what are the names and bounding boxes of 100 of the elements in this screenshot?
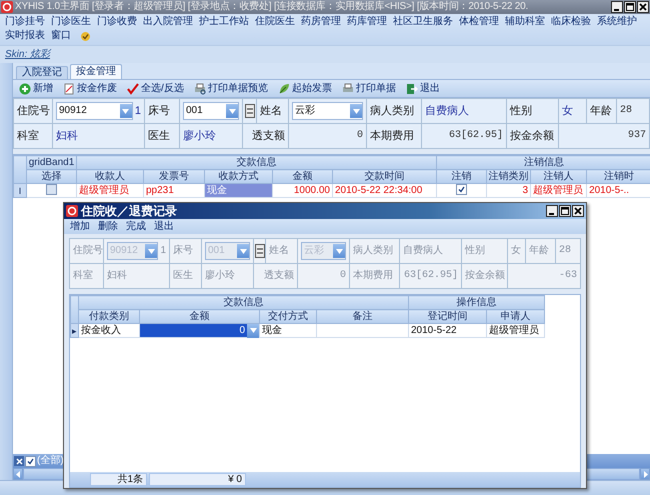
collapse-button[interactable] xyxy=(244,104,254,118)
field-value: 女 xyxy=(511,245,521,257)
bed-number: 001 xyxy=(186,105,203,117)
app-logo-icon xyxy=(66,205,78,217)
toolbar-button[interactable]: 全选/反选 xyxy=(123,81,188,96)
patient-name: 云彩 xyxy=(295,105,315,117)
column-header[interactable]: 申请人 xyxy=(486,310,544,324)
column-header[interactable]: 选择 xyxy=(26,170,76,184)
visit-count: 1 xyxy=(160,245,166,257)
field-label: 医生 xyxy=(148,130,170,142)
field-label: 按金余额 xyxy=(510,130,554,142)
field-value: 妇科 xyxy=(56,130,78,142)
menu-item[interactable]: 实时报表 xyxy=(2,29,48,43)
admission-number: 90912 xyxy=(59,105,87,117)
field-value: 63[62.95] xyxy=(404,270,458,282)
amount-field[interactable]: 0 xyxy=(140,324,259,337)
toolbar-button[interactable]: 新增 xyxy=(15,81,57,96)
field-label: 透支额 xyxy=(264,270,294,282)
menu-item[interactable]: 完成 xyxy=(123,220,149,234)
caret-icon xyxy=(122,108,130,114)
filter-checkbox[interactable] xyxy=(25,456,36,466)
collapse-button[interactable] xyxy=(254,244,264,258)
dropdown-field[interactable]: 90912 xyxy=(56,102,133,120)
toolbar-button[interactable]: 起始发票 xyxy=(274,81,336,96)
dialog-title: 住院收／退费记录 xyxy=(81,204,178,218)
column-header[interactable]: 付款类别 xyxy=(78,310,140,324)
field-label: 年龄 xyxy=(590,105,612,117)
menu-item[interactable]: 退出 xyxy=(151,220,177,234)
band-header: gridBand1 xyxy=(26,156,76,170)
caret-icon xyxy=(228,108,236,114)
close-button[interactable] xyxy=(637,1,649,13)
field-value: 0 xyxy=(356,130,363,142)
field-label: 科室 xyxy=(73,270,93,282)
menu-item[interactable]: 门诊医生 xyxy=(48,15,94,29)
field-value: -63 xyxy=(558,270,577,282)
field-label: 床号 xyxy=(173,245,193,257)
checkbox[interactable] xyxy=(456,184,468,196)
dropdown-field[interactable]: 001 xyxy=(183,102,239,120)
field-label: 本期费用 xyxy=(370,130,414,142)
field-label: 床号 xyxy=(148,105,170,117)
field-label: 病人类别 xyxy=(353,245,393,257)
menu-item[interactable]: 药库管理 xyxy=(344,15,390,29)
field-label: 医生 xyxy=(173,270,193,282)
tools-icon[interactable] xyxy=(80,30,91,42)
field-label: 姓名 xyxy=(260,105,282,117)
printer-icon xyxy=(342,82,354,94)
maximize-button[interactable] xyxy=(624,1,636,13)
field-label: 性别 xyxy=(465,245,485,257)
filter-label: (全部) xyxy=(37,455,64,467)
maximize-icon xyxy=(561,207,569,215)
dropdown-field[interactable]: 云彩 xyxy=(292,102,363,120)
row-indicator: ▸ xyxy=(70,324,78,338)
toolbar-button[interactable]: 按金作废 xyxy=(59,81,121,96)
close-icon xyxy=(639,3,647,11)
minimize-button[interactable] xyxy=(546,205,558,217)
menu-item[interactable]: 护士工作站 xyxy=(196,15,252,29)
menu-item[interactable]: 药房管理 xyxy=(298,15,344,29)
scroll-right-button[interactable] xyxy=(640,468,650,480)
checkbox[interactable] xyxy=(46,184,57,196)
column-header[interactable]: 发票号 xyxy=(144,170,204,184)
leaf-icon xyxy=(278,82,290,94)
caret-icon xyxy=(336,248,342,254)
check-icon xyxy=(127,82,139,94)
menu-item[interactable]: 住院医生 xyxy=(252,15,298,29)
close-button[interactable] xyxy=(572,205,584,217)
column-header[interactable]: 收款人 xyxy=(76,170,144,184)
skin-link[interactable]: Skin: 炫彩 xyxy=(5,48,50,60)
menu-item[interactable]: 出入院管理 xyxy=(140,15,196,29)
minimize-button[interactable] xyxy=(611,1,623,13)
status-text: ¥ 0 xyxy=(149,473,246,486)
menu-item[interactable]: 辅助科室 xyxy=(502,15,548,29)
menu-item[interactable]: 门诊收费 xyxy=(94,15,140,29)
caret-icon xyxy=(148,248,155,254)
row-indicator: I xyxy=(14,184,26,198)
table-cell: 现金 xyxy=(204,184,272,198)
toolbar-button[interactable]: 退出 xyxy=(402,81,444,96)
visit-count: 1 xyxy=(134,105,141,117)
field-value: 妇科 xyxy=(107,270,127,282)
menu-item[interactable]: 删除 xyxy=(95,220,121,234)
field-label: 年龄 xyxy=(529,245,549,257)
menu-item[interactable]: 体检管理 xyxy=(456,15,502,29)
band-header: 操作信息 xyxy=(408,296,544,310)
tab[interactable]: 按金管理 xyxy=(70,64,122,79)
clear-filter-button[interactable] xyxy=(14,456,24,466)
menu-item[interactable]: 系统维护 xyxy=(594,15,640,29)
field-label: 性别 xyxy=(510,105,532,117)
menu-item[interactable]: 窗口 xyxy=(48,29,74,43)
menu-item[interactable]: 增加 xyxy=(67,220,93,234)
column-header[interactable]: 登记时间 xyxy=(408,310,486,324)
maximize-button[interactable] xyxy=(559,205,571,217)
field-value: 63[62.95] xyxy=(448,130,503,142)
toolbar-button[interactable]: 打印单据预览 xyxy=(190,81,272,96)
field-value: 廖小玲 xyxy=(205,270,235,282)
menu-item[interactable]: 社区卫生服务 xyxy=(390,15,456,29)
menu-item[interactable]: 门诊挂号 xyxy=(2,15,48,29)
field-value: 自费病人 xyxy=(403,245,443,257)
toolbar-button[interactable]: 打印单据 xyxy=(338,81,400,96)
tab[interactable]: 入院登记 xyxy=(16,66,68,79)
menu-item[interactable]: 临床检验 xyxy=(548,15,594,29)
field-value: 28 xyxy=(620,105,632,117)
